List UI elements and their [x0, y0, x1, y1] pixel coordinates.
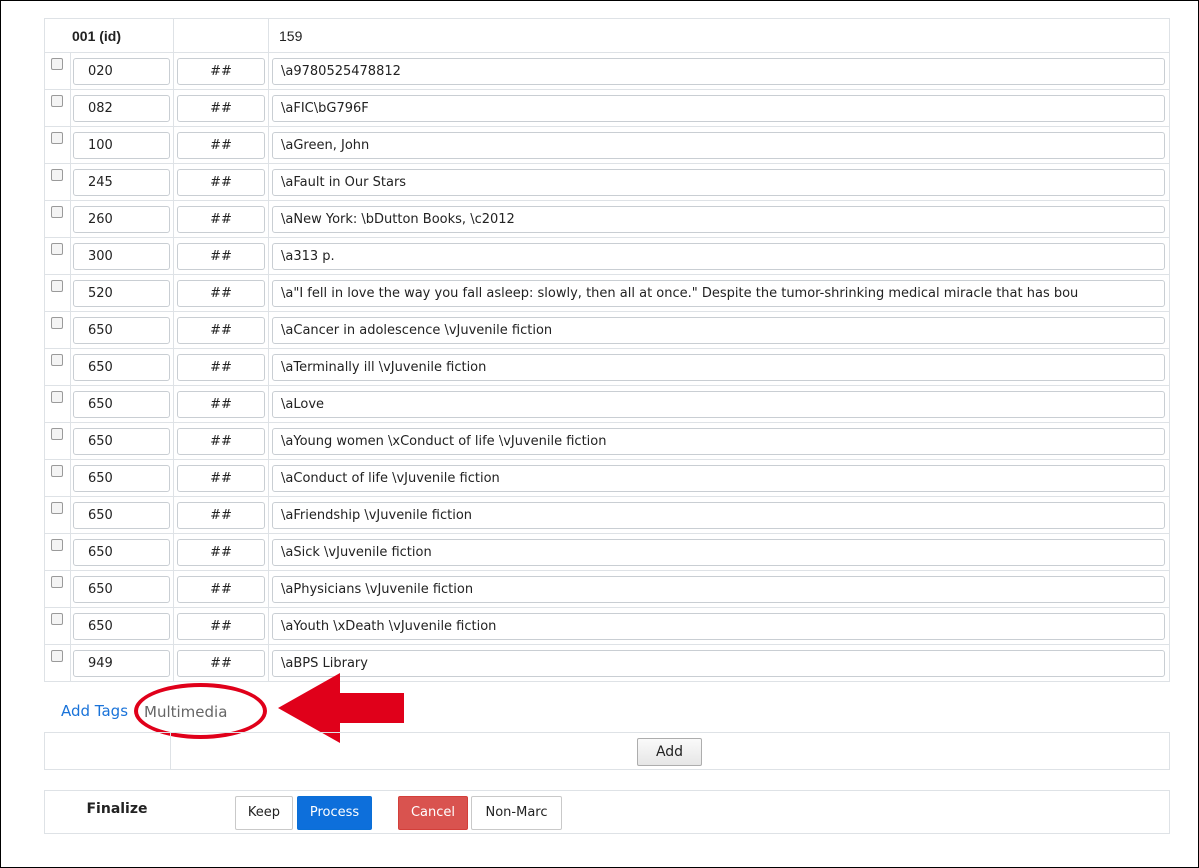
marc-record-table: 001 (id) 159 020 ## \a9780525478812 082 ## \a…: [43, 18, 1170, 682]
marc-field-row: 650 ## \aPhysicians \vJuvenile fiction: [44, 570, 1170, 608]
field-value-input[interactable]: \aFault in Our Stars: [272, 168, 1165, 196]
tag-input[interactable]: 020: [73, 57, 171, 85]
field-value-input[interactable]: \a9780525478812: [272, 57, 1165, 85]
tag-input[interactable]: 650: [73, 501, 171, 529]
field-value-input[interactable]: \a"I fell in love the way you fall aslee…: [272, 279, 1165, 307]
indicator-input[interactable]: ##: [177, 316, 266, 344]
marc-field-row: 020 ## \a9780525478812: [44, 52, 1170, 90]
indicator-input[interactable]: ##: [177, 57, 266, 85]
tag-input[interactable]: 260: [73, 205, 171, 233]
id-value: 159: [268, 18, 1170, 53]
field-value-input[interactable]: \aFIC\bG796F: [272, 94, 1165, 122]
marc-field-row: 650 ## \aSick \vJuvenile fiction: [44, 533, 1170, 571]
tag-input[interactable]: 650: [73, 575, 171, 603]
indicator-input[interactable]: ##: [177, 205, 266, 233]
field-value-input[interactable]: \aLove: [272, 390, 1165, 418]
tag-input[interactable]: 650: [73, 612, 171, 640]
indicator-input[interactable]: ##: [177, 242, 266, 270]
row-checkbox[interactable]: [51, 650, 63, 662]
add-tag-row: Add: [44, 732, 1170, 770]
finalize-row: Finalize Keep Process Cancel Non-Marc: [44, 790, 1170, 834]
indicator-input[interactable]: ##: [177, 612, 266, 640]
field-value-input[interactable]: \aGreen, John: [272, 131, 1165, 159]
marc-field-row: 082 ## \aFIC\bG796F: [44, 89, 1170, 127]
row-checkbox[interactable]: [51, 576, 63, 588]
id-label: 001 (id): [43, 18, 175, 53]
tag-input[interactable]: 650: [73, 353, 171, 381]
row-checkbox[interactable]: [51, 280, 63, 292]
indicator-input[interactable]: ##: [177, 427, 266, 455]
indicator-input[interactable]: ##: [177, 575, 266, 603]
marc-field-row: 650 ## \aYouth \xDeath \vJuvenile fiction: [44, 607, 1170, 645]
row-checkbox[interactable]: [51, 613, 63, 625]
finalize-label: Finalize: [86, 801, 148, 817]
annotation-circle: [134, 683, 267, 739]
tag-input[interactable]: 650: [73, 390, 171, 418]
marc-field-row: 650 ## \aYoung women \xConduct of life \vJ…: [44, 422, 1170, 460]
tag-input[interactable]: 520: [73, 279, 171, 307]
row-checkbox[interactable]: [51, 206, 63, 218]
field-value-input[interactable]: \aYouth \xDeath \vJuvenile fiction: [272, 612, 1165, 640]
cancel-button[interactable]: Cancel: [398, 796, 468, 830]
indicator-input[interactable]: ##: [177, 501, 266, 529]
marc-field-row: 650 ## \aConduct of life \vJuvenile fictio…: [44, 459, 1170, 497]
keep-button[interactable]: Keep: [235, 796, 293, 830]
marc-field-row: 260 ## \aNew York: \bDutton Books, \c2012: [44, 200, 1170, 238]
field-value-input[interactable]: \aPhysicians \vJuvenile fiction: [272, 575, 1165, 603]
process-button[interactable]: Process: [297, 796, 372, 830]
field-value-input[interactable]: \a313 p.: [272, 242, 1165, 270]
field-value-input[interactable]: \aSick \vJuvenile fiction: [272, 538, 1165, 566]
indicator-input[interactable]: ##: [177, 464, 266, 492]
indicator-input[interactable]: ##: [177, 390, 266, 418]
marc-field-row: 650 ## \aTerminally ill \vJuvenile fiction: [44, 348, 1170, 386]
marc-field-row: 100 ## \aGreen, John: [44, 126, 1170, 164]
indicator-input[interactable]: ##: [177, 94, 266, 122]
row-checkbox[interactable]: [51, 539, 63, 551]
row-checkbox[interactable]: [51, 58, 63, 70]
row-checkbox[interactable]: [51, 317, 63, 329]
tag-input[interactable]: 650: [73, 316, 171, 344]
field-value-input[interactable]: \aYoung women \xConduct of life \vJuveni…: [272, 427, 1165, 455]
field-value-input[interactable]: \aFriendship \vJuvenile fiction: [272, 501, 1165, 529]
marc-field-row: 520 ## \a"I fell in love the way you fall …: [44, 274, 1170, 312]
tag-input[interactable]: 949: [73, 649, 171, 677]
marc-field-row: 300 ## \a313 p.: [44, 237, 1170, 275]
marc-field-row: 650 ## \aCancer in adolescence \vJuvenile …: [44, 311, 1170, 349]
row-checkbox[interactable]: [51, 243, 63, 255]
tag-input[interactable]: 650: [73, 538, 171, 566]
row-checkbox[interactable]: [51, 95, 63, 107]
indicator-input[interactable]: ##: [177, 279, 266, 307]
non-marc-button[interactable]: Non-Marc: [471, 796, 562, 830]
row-checkbox[interactable]: [51, 502, 63, 514]
tag-input[interactable]: 082: [73, 94, 171, 122]
tag-input[interactable]: 100: [73, 131, 171, 159]
row-checkbox[interactable]: [51, 465, 63, 477]
id-row: 001 (id) 159: [43, 18, 1170, 53]
marc-field-row: 650 ## \aLove: [44, 385, 1170, 423]
tag-input[interactable]: 650: [73, 464, 171, 492]
tab-add-tags[interactable]: Add Tags: [61, 702, 128, 720]
field-value-input[interactable]: \aConduct of life \vJuvenile fiction: [272, 464, 1165, 492]
marc-field-row: 650 ## \aFriendship \vJuvenile fiction: [44, 496, 1170, 534]
field-value-input[interactable]: \aNew York: \bDutton Books, \c2012: [272, 205, 1165, 233]
indicator-input[interactable]: ##: [177, 168, 266, 196]
row-checkbox[interactable]: [51, 354, 63, 366]
tag-input[interactable]: 650: [73, 427, 171, 455]
indicator-input[interactable]: ##: [177, 131, 266, 159]
add-button[interactable]: Add: [637, 738, 702, 766]
row-checkbox[interactable]: [51, 169, 63, 181]
indicator-input[interactable]: ##: [177, 353, 266, 381]
tag-input[interactable]: 245: [73, 168, 171, 196]
marc-field-row: 949 ## \aBPS Library: [44, 644, 1170, 682]
tag-input[interactable]: 300: [73, 242, 171, 270]
indicator-input[interactable]: ##: [177, 649, 266, 677]
marc-field-row: 245 ## \aFault in Our Stars: [44, 163, 1170, 201]
row-checkbox[interactable]: [51, 391, 63, 403]
field-value-input[interactable]: \aCancer in adolescence \vJuvenile ficti…: [272, 316, 1165, 344]
indicator-input[interactable]: ##: [177, 538, 266, 566]
field-value-input[interactable]: \aTerminally ill \vJuvenile fiction: [272, 353, 1165, 381]
row-checkbox[interactable]: [51, 428, 63, 440]
row-checkbox[interactable]: [51, 132, 63, 144]
